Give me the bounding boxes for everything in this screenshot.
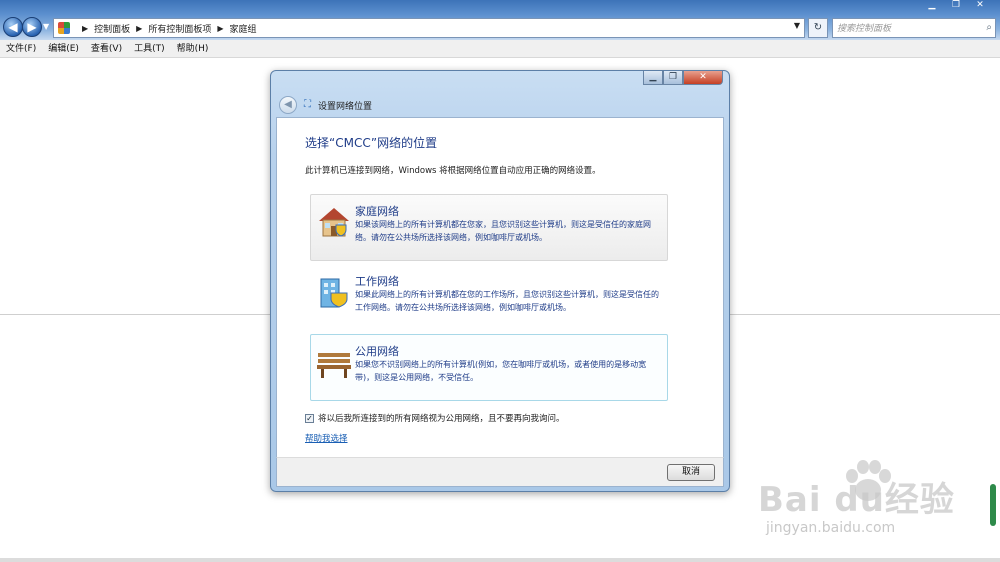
menu-edit[interactable]: 编辑(E) <box>48 40 79 57</box>
watermark-url: jingyan.baidu.com <box>766 520 896 536</box>
treat-all-public-checkbox-row[interactable]: ✓ 将以后我所连接到的所有网络视为公用网络，且不要再向我询问。 <box>305 412 565 424</box>
explorer-title-bar: ▁ ❐ ✕ ◀ ▶ ▼ ▶ 控制面板 ▶ 所有控制面板项 ▶ 家庭组 ▼ ↻ ⌕ <box>0 0 1000 40</box>
option-home-title: 家庭网络 <box>355 205 399 218</box>
help-me-choose-link[interactable]: 帮助我选择 <box>305 432 348 444</box>
menu-file[interactable]: 文件(F) <box>6 40 36 57</box>
treat-all-public-checkbox[interactable]: ✓ <box>305 413 314 423</box>
chevron-down-icon: ▼ <box>43 22 50 31</box>
menu-bar: 文件(F) 编辑(E) 查看(V) 工具(T) 帮助(H) <box>0 40 1000 58</box>
minimize-icon[interactable]: ▁ <box>920 0 944 12</box>
option-home-network[interactable]: 家庭网络 如果该网络上的所有计算机都在您家，且您识别这些计算机，则这是受信任的家… <box>310 194 668 261</box>
arrow-left-icon: ◀ <box>8 20 18 34</box>
chevron-right-icon[interactable]: ▶ <box>217 24 223 33</box>
network-icon: ⛶ <box>304 99 311 110</box>
forward-button[interactable]: ▶ <box>22 17 42 37</box>
option-work-title: 工作网络 <box>355 275 399 288</box>
house-icon <box>319 208 349 237</box>
address-dropdown-icon[interactable]: ▼ <box>794 21 800 30</box>
maximize-icon[interactable]: ❐ <box>944 0 968 12</box>
network-location-dialog: ▁ ❐ ✕ ◀ ⛶ 设置网络位置 选择“CMCC”网络的位置 此计算机已连接到网… <box>270 70 730 492</box>
dialog-description: 此计算机已连接到网络，Windows 将根据网络位置自动应用正确的网络设置。 <box>305 166 601 176</box>
back-button[interactable]: ◀ <box>3 17 23 37</box>
dialog-content: 选择“CMCC”网络的位置 此计算机已连接到网络，Windows 将根据网络位置… <box>276 117 724 457</box>
chevron-right-icon[interactable]: ▶ <box>82 24 88 33</box>
recent-pages-dropdown[interactable]: ▼ <box>43 22 49 31</box>
baidu-watermark: Bai du经验 jingyan.baidu.com <box>758 458 988 548</box>
chevron-right-icon[interactable]: ▶ <box>136 24 142 33</box>
menu-tools[interactable]: 工具(T) <box>134 40 165 57</box>
breadcrumb-homegroup[interactable]: 家庭组 <box>230 22 257 35</box>
status-strip <box>0 558 1000 562</box>
treat-all-public-label[interactable]: 将以后我所连接到的所有网络视为公用网络，且不要再向我询问。 <box>318 412 565 424</box>
breadcrumb-all-items[interactable]: 所有控制面板项 <box>148 22 211 35</box>
cancel-button[interactable]: 取消 <box>667 464 715 481</box>
dialog-title: 设置网络位置 <box>318 102 373 112</box>
dialog-window-controls: ▁ ❐ ✕ <box>643 71 723 85</box>
dialog-heading: 选择“CMCC”网络的位置 <box>305 136 438 150</box>
watermark-text: Bai du经验 <box>758 480 955 520</box>
breadcrumb-control-panel[interactable]: 控制面板 <box>94 22 130 35</box>
dialog-close-button[interactable]: ✕ <box>683 71 723 85</box>
menu-help[interactable]: 帮助(H) <box>177 40 209 57</box>
option-public-desc: 如果您不识别网络上的所有计算机(例如，您在咖啡厅或机场，或者使用的是移动宽带)，… <box>355 360 647 382</box>
option-home-desc: 如果该网络上的所有计算机都在您家，且您识别这些计算机，则这是受信任的家庭网络。请… <box>355 220 651 242</box>
option-work-desc: 如果此网络上的所有计算机都在您的工作场所，且您识别这些计算机，则这是受信任的工作… <box>355 290 659 312</box>
office-building-icon <box>320 278 348 308</box>
park-bench-icon <box>317 353 351 378</box>
option-public-title: 公用网络 <box>355 345 399 358</box>
menu-view[interactable]: 查看(V) <box>91 40 122 57</box>
dialog-footer: 取消 <box>276 457 724 487</box>
search-icon[interactable]: ⌕ <box>986 22 992 33</box>
dialog-minimize-button[interactable]: ▁ <box>643 71 663 85</box>
close-icon[interactable]: ✕ <box>968 0 992 12</box>
refresh-icon: ↻ <box>813 22 823 33</box>
search-input[interactable] <box>832 18 996 38</box>
option-public-network[interactable]: 公用网络 如果您不识别网络上的所有计算机(例如，您在咖啡厅或机场，或者使用的是移… <box>310 334 668 401</box>
option-work-network[interactable]: 工作网络 如果此网络上的所有计算机都在您的工作场所，且您识别这些计算机，则这是受… <box>310 264 668 331</box>
refresh-button[interactable]: ↻ <box>808 18 828 38</box>
window-controls: ▁ ❐ ✕ <box>920 0 992 12</box>
arrow-left-icon: ◀ <box>284 99 292 110</box>
dialog-back-button[interactable]: ◀ <box>279 96 297 114</box>
arrow-right-icon: ▶ <box>27 20 37 34</box>
dialog-maximize-button[interactable]: ❐ <box>663 71 683 85</box>
control-panel-icon <box>58 22 70 34</box>
address-bar[interactable]: ▶ 控制面板 ▶ 所有控制面板项 ▶ 家庭组 ▼ <box>53 18 805 38</box>
scrollbar-thumb[interactable] <box>990 484 996 526</box>
dialog-window-title-blurred <box>289 75 292 85</box>
